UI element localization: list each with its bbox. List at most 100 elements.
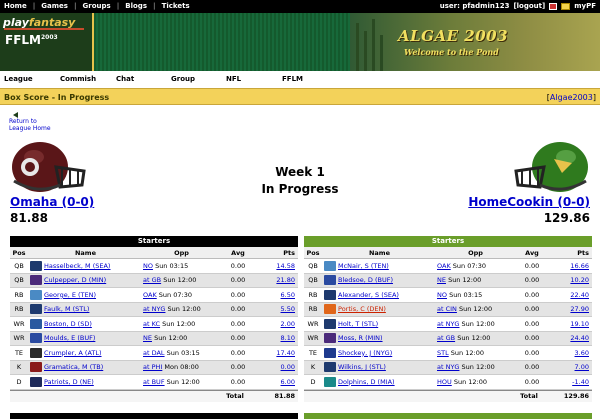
player-name[interactable]: Portis, C (DEN)	[338, 305, 437, 313]
player-name[interactable]: Crumpler, A (ATL)	[44, 349, 143, 357]
player-points[interactable]: 24.40	[550, 334, 592, 342]
nav-home[interactable]: Home	[4, 2, 33, 10]
player-position: QB	[308, 276, 318, 285]
nav-groups[interactable]: Groups	[77, 2, 117, 10]
player-name[interactable]: McNair, S (TEN)	[338, 262, 437, 270]
table-row: WR Moulds, E (BUF) NE Sun 12:00 0.00 8.10	[10, 331, 298, 346]
subnav-group[interactable]: Group	[171, 75, 195, 83]
player-name[interactable]: Boston, D (SD)	[44, 320, 143, 328]
opponent-link[interactable]: NO	[143, 262, 153, 270]
player-points[interactable]: 5.50	[256, 305, 298, 313]
opponent-link[interactable]: HOU	[437, 378, 452, 386]
opponent-link[interactable]: OAK	[143, 291, 157, 299]
league-nav: League Commish Chat Group NFL FFLM	[0, 71, 600, 87]
left-team-name[interactable]: Omaha (0-0)	[10, 195, 94, 209]
player-points[interactable]: 2.00	[256, 320, 298, 328]
player-name[interactable]: George, E (TEN)	[44, 291, 143, 299]
mail-icon[interactable]	[561, 2, 571, 10]
player-points[interactable]: 16.66	[550, 262, 592, 270]
box-score-bar: Box Score - In Progress [Algae2003]	[0, 88, 600, 105]
opponent-link[interactable]: at KC	[143, 320, 160, 328]
player-name[interactable]: Dolphins, D (MIA)	[338, 378, 437, 386]
player-points[interactable]: -1.40	[550, 378, 592, 386]
col-name: Name	[368, 248, 390, 257]
homecookin-helmet-icon	[514, 142, 588, 192]
team-logo-badge	[30, 275, 42, 286]
opponent-link[interactable]: STL	[437, 349, 449, 357]
player-position: WR	[307, 334, 319, 343]
player-points[interactable]: 22.40	[550, 291, 592, 299]
player-position: WR	[307, 319, 319, 328]
subnav-fflm[interactable]: FFLM	[282, 75, 303, 83]
game-time: Sun 07:30	[158, 290, 192, 299]
subnav-league[interactable]: League	[4, 75, 33, 83]
player-name[interactable]: Faulk, M (STL)	[44, 305, 143, 313]
player-points[interactable]: 27.90	[550, 305, 592, 313]
opponent-link[interactable]: at GB	[437, 334, 455, 342]
opponent-link[interactable]: at BUF	[143, 378, 165, 386]
playfantasy-logo[interactable]: playfantasy FFLM2003	[0, 13, 92, 71]
player-points[interactable]: 14.58	[256, 262, 298, 270]
opponent-link[interactable]: at PHI	[143, 363, 162, 371]
player-name[interactable]: Shockey, J (NYG)	[338, 349, 437, 357]
player-points[interactable]: 7.00	[550, 363, 592, 371]
game-time: Sun 07:30	[452, 261, 486, 270]
return-link[interactable]: Return to League Home	[9, 112, 59, 132]
team-logo-badge	[324, 318, 336, 329]
opponent-link[interactable]: at DAL	[143, 349, 165, 357]
right-team-name[interactable]: HomeCookin (0-0)	[468, 195, 590, 209]
table-row: K Gramatica, M (TB) at PHI Mon 08:00 0.00 0.…	[10, 360, 298, 375]
subnav-commish[interactable]: Commish	[60, 75, 96, 83]
opponent-link[interactable]: OAK	[437, 262, 451, 270]
player-points[interactable]: 3.60	[550, 349, 592, 357]
team-logo-icon	[28, 275, 44, 286]
opponent-link[interactable]: NO	[437, 291, 447, 299]
mypf-link[interactable]: myPF	[574, 2, 596, 10]
page-title: Box Score - In Progress	[4, 93, 110, 102]
player-points[interactable]: 21.80	[256, 276, 298, 284]
table-header: Pos Name Opp Avg Pts	[10, 247, 298, 259]
player-position: QB	[14, 276, 24, 285]
player-name[interactable]: Patriots, D (NE)	[44, 378, 143, 386]
nav-games[interactable]: Games	[35, 2, 74, 10]
subnav-chat[interactable]: Chat	[116, 75, 134, 83]
player-points[interactable]: 8.10	[256, 334, 298, 342]
player-position: QB	[308, 261, 318, 270]
player-points[interactable]: 0.00	[256, 363, 298, 371]
game-time: Sun 12:00	[450, 348, 484, 357]
player-name[interactable]: Moulds, E (BUF)	[44, 334, 143, 342]
total-label: Total	[520, 392, 538, 400]
team-logo-badge	[30, 376, 42, 387]
subnav-nfl[interactable]: NFL	[226, 75, 241, 83]
opponent-link[interactable]: at NYG	[143, 305, 165, 313]
opponent-link[interactable]: at GB	[143, 276, 161, 284]
team-logo-icon	[322, 333, 338, 344]
nav-blogs[interactable]: Blogs	[119, 2, 153, 10]
flag-icon[interactable]	[549, 2, 558, 10]
player-points[interactable]: 10.20	[550, 276, 592, 284]
player-points[interactable]: 6.50	[256, 291, 298, 299]
opponent-link[interactable]: at CIN	[437, 305, 457, 313]
opponent-link[interactable]: NE	[437, 276, 446, 284]
player-points[interactable]: 19.10	[550, 320, 592, 328]
player-points[interactable]: 6.00	[256, 378, 298, 386]
player-name[interactable]: Hasselbeck, M (SEA)	[44, 262, 143, 270]
player-name[interactable]: Alexander, S (SEA)	[338, 291, 437, 299]
player-points[interactable]: 17.40	[256, 349, 298, 357]
opponent-link[interactable]: NE	[143, 334, 152, 342]
game-time: Sun 12:00	[163, 276, 197, 285]
player-name[interactable]: Gramatica, M (TB)	[44, 363, 143, 371]
logout-link[interactable]: [logout]	[513, 2, 545, 10]
league-link[interactable]: [Algae2003]	[547, 93, 596, 102]
col-pos: Pos	[12, 248, 26, 257]
player-name[interactable]: Moss, R (MIN)	[338, 334, 437, 342]
nav-tickets[interactable]: Tickets	[156, 2, 196, 10]
player-name[interactable]: Holt, T (STL)	[338, 320, 437, 328]
player-name[interactable]: Culpepper, D (MIN)	[44, 276, 143, 284]
opponent-link[interactable]: at NYG	[437, 363, 459, 371]
player-name[interactable]: Bledsoe, D (BUF)	[338, 276, 437, 284]
player-name[interactable]: Wilkins, J (STL)	[338, 363, 437, 371]
total-points: 81.88	[274, 392, 295, 400]
opponent-link[interactable]: at NYG	[437, 320, 459, 328]
game-time: Sun 12:00	[457, 334, 491, 343]
